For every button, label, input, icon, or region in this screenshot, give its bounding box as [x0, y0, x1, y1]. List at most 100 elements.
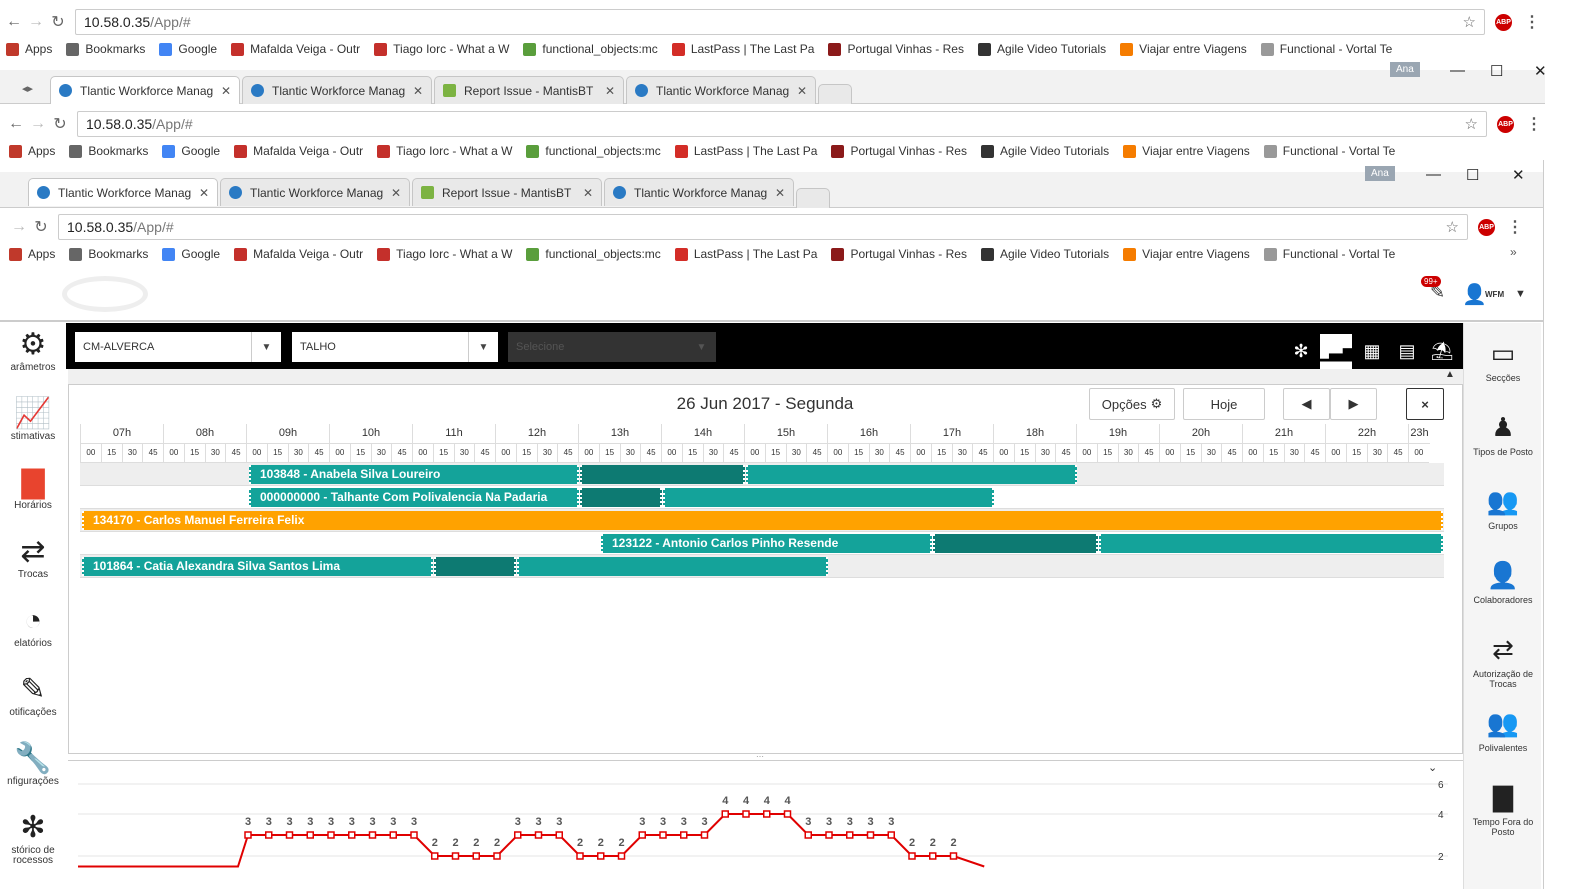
shift-break[interactable]	[580, 465, 745, 484]
bookmark-item[interactable]: functional_objects:mc	[526, 247, 661, 261]
tab-close-icon[interactable]: ✕	[605, 84, 615, 98]
bookmark-item[interactable]: Agile Video Tutorials	[980, 144, 1109, 158]
mid-tab-3[interactable]: Report Issue - MantisBT ✕	[434, 76, 624, 104]
data-point[interactable]	[680, 831, 688, 839]
data-point[interactable]	[306, 831, 314, 839]
data-point[interactable]	[472, 852, 480, 860]
bookmark-item[interactable]: LastPass | The Last Pa	[671, 42, 814, 56]
prev-day-button[interactable]: ◀	[1283, 388, 1330, 420]
data-point[interactable]	[555, 831, 563, 839]
data-point[interactable]	[327, 831, 335, 839]
bookmark-item[interactable]: Functional - Vortal Te	[1263, 247, 1395, 261]
shift-bar[interactable]: 101864 - Catia Alexandra Silva Santos Li…	[82, 557, 433, 576]
close-window-icon[interactable]: ✕	[1512, 166, 1525, 184]
bookmark-item[interactable]: Bookmarks	[69, 247, 148, 261]
data-point[interactable]	[576, 852, 584, 860]
data-point[interactable]	[514, 831, 522, 839]
bookmark-item[interactable]: LastPass | The Last Pa	[674, 144, 817, 158]
data-point[interactable]	[763, 810, 771, 818]
right-nav-item[interactable]: 👥 Grupos	[1464, 485, 1542, 531]
today-button[interactable]: Hoje	[1183, 388, 1265, 420]
data-point[interactable]	[389, 831, 397, 839]
bookmark-item[interactable]: LastPass | The Last Pa	[674, 247, 817, 261]
bookmark-item[interactable]: Agile Video Tutorials	[980, 247, 1109, 261]
data-point[interactable]	[929, 852, 937, 860]
reload-icon[interactable]: ↻	[49, 113, 71, 135]
shift-bar[interactable]: 123122 - Antonio Carlos Pinho Resende	[601, 534, 932, 553]
new-tab-button[interactable]	[796, 188, 830, 208]
data-point[interactable]	[659, 831, 667, 839]
maximize-icon[interactable]: ☐	[1466, 166, 1479, 184]
mid-address-bar[interactable]: 10.58.0.35/App/# ☆	[77, 111, 1487, 137]
forward-arrow-icon[interactable]: →	[27, 113, 49, 135]
menu-kebab-icon[interactable]: ⋮	[1507, 217, 1523, 237]
tab-close-icon[interactable]: ✕	[413, 84, 423, 98]
forward-arrow-icon[interactable]: →	[8, 216, 30, 238]
left-nav-item[interactable]: 🔧 nfigurações	[0, 741, 66, 787]
reload-icon[interactable]: ↻	[30, 216, 52, 238]
mid-tab-1[interactable]: Tlantic Workforce Manag ✕	[50, 76, 240, 104]
menu-kebab-icon[interactable]: ⋮	[1526, 114, 1542, 134]
data-point[interactable]	[348, 831, 356, 839]
collapse-up-icon[interactable]: ▲	[1445, 369, 1455, 380]
shift-bar-segment[interactable]	[746, 465, 1077, 484]
right-nav-item[interactable]: ▭ Secções	[1464, 337, 1542, 383]
table-view-icon[interactable]: ▦	[1356, 334, 1388, 369]
adblock-icon[interactable]: ABP	[1497, 115, 1514, 133]
bookmark-item[interactable]: Mafalda Veiga - Outr	[234, 144, 363, 158]
data-point[interactable]	[368, 831, 377, 839]
left-nav-item[interactable]: ⇄ Trocas	[0, 534, 66, 580]
bookmark-item[interactable]: Functional - Vortal Te	[1263, 144, 1395, 158]
bookmark-star-icon[interactable]: ☆	[1465, 115, 1478, 133]
options-button[interactable]: Opções ⚙	[1089, 388, 1175, 420]
tab-close-icon[interactable]: ✕	[775, 186, 785, 200]
data-point[interactable]	[265, 831, 273, 839]
left-nav-item[interactable]: ✻ stórico de rocessos	[0, 810, 66, 866]
data-point[interactable]	[244, 831, 252, 839]
left-nav-item[interactable]: ⚙ arâmetros	[0, 327, 66, 373]
bookmark-item[interactable]: Apps	[6, 42, 52, 56]
bookmark-star-icon[interactable]: ☆	[1446, 218, 1459, 236]
shift-break[interactable]	[434, 557, 516, 576]
left-nav-item[interactable]: 📈 stimativas	[0, 396, 66, 442]
section-select[interactable]: TALHO ▼	[292, 332, 498, 362]
shift-bar-segment[interactable]	[517, 557, 828, 576]
left-nav-item[interactable]: ◔ elatórios	[0, 603, 66, 649]
data-point[interactable]	[866, 831, 875, 839]
shift-bar-segment[interactable]	[663, 488, 994, 507]
right-nav-item[interactable]: ▇ Tempo Fora do Posto	[1464, 781, 1542, 837]
reload-icon[interactable]: ↻	[47, 11, 69, 33]
shift-bar-segment[interactable]	[1099, 534, 1443, 553]
data-point[interactable]	[285, 831, 294, 839]
front-address-bar[interactable]: 10.58.0.35/App/# ☆	[58, 214, 1468, 240]
data-point[interactable]	[700, 831, 709, 839]
data-point[interactable]	[451, 852, 460, 860]
adblock-icon[interactable]: ABP	[1478, 218, 1495, 236]
bookmark-item[interactable]: Apps	[9, 144, 55, 158]
back-arrow-icon[interactable]: ←	[3, 11, 25, 33]
data-point[interactable]	[887, 831, 895, 839]
adblock-icon[interactable]: ABP	[1495, 13, 1512, 31]
minimize-icon[interactable]: —	[1426, 166, 1441, 183]
right-nav-item[interactable]: ⇄ Autorização de Trocas	[1464, 633, 1542, 689]
data-point[interactable]	[949, 852, 958, 860]
back-arrow-icon[interactable]: ←	[5, 113, 27, 135]
bookmarks-overflow-icon[interactable]: »	[1510, 245, 1517, 259]
close-window-icon[interactable]: ✕	[1534, 62, 1547, 80]
user-icon[interactable]: 👤	[1462, 282, 1487, 307]
data-point[interactable]	[617, 852, 626, 860]
bookmark-item[interactable]: Google	[162, 144, 220, 158]
tab-close-icon[interactable]: ✕	[221, 84, 231, 98]
tab-close-icon[interactable]: ✕	[391, 186, 401, 200]
data-point[interactable]	[846, 831, 854, 839]
bookmark-item[interactable]: Portugal Vinhas - Res	[831, 247, 967, 261]
bookmark-item[interactable]: Bookmarks	[66, 42, 145, 56]
close-button[interactable]: ×	[1406, 388, 1444, 420]
maximize-icon[interactable]: ☐	[1490, 62, 1503, 80]
bookmark-item[interactable]: Portugal Vinhas - Res	[828, 42, 964, 56]
data-point[interactable]	[721, 810, 729, 818]
data-point[interactable]	[783, 810, 792, 818]
bar-chart-view-icon[interactable]: ▁▃▅	[1315, 334, 1357, 369]
shift-break[interactable]	[580, 488, 662, 507]
bookmark-item[interactable]: Viajar entre Viagens	[1120, 42, 1247, 56]
